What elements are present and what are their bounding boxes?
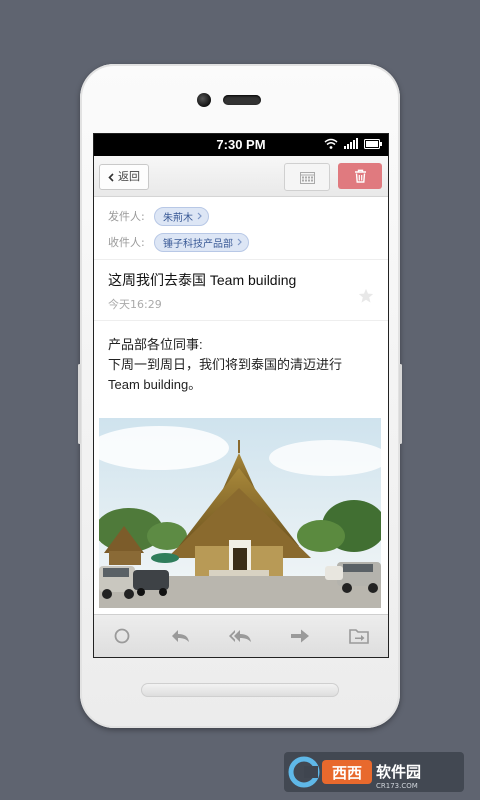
body-line: 产品部各位同事: xyxy=(108,337,203,352)
back-button[interactable]: 返回 xyxy=(99,164,149,190)
earpiece-speaker xyxy=(223,95,261,105)
attached-photo-temple[interactable] xyxy=(99,418,381,608)
body-line: Team building。 xyxy=(108,377,202,392)
recipient-chip[interactable]: 锤子科技产品部 xyxy=(154,232,249,252)
chevron-right-icon xyxy=(197,212,202,220)
calendar-button[interactable] xyxy=(284,163,330,191)
phone-side-button xyxy=(399,364,402,444)
subject-block: 这周我们去泰国 Team building 今天16:29 xyxy=(94,260,388,321)
phone-screen: 7:30 PM 返回 发件人: 朱荊木 收件人: 锤子科技产品部 这周我们去泰国… xyxy=(93,133,389,658)
reply-icon[interactable] xyxy=(170,628,190,644)
move-to-folder-icon[interactable] xyxy=(348,628,369,644)
top-toolbar: 返回 xyxy=(94,156,388,197)
email-header: 发件人: 朱荊木 收件人: 锤子科技产品部 xyxy=(94,197,388,260)
body-line: 下周一到周日，我们将到泰国的清迈进行 xyxy=(108,357,343,372)
sender-chip[interactable]: 朱荊木 xyxy=(154,206,209,226)
chevron-right-icon xyxy=(237,238,242,246)
circle-icon[interactable] xyxy=(113,627,131,645)
phone-side-button xyxy=(78,364,81,444)
trash-icon xyxy=(354,169,366,183)
signal-icon xyxy=(344,138,358,149)
recipient-name: 锤子科技产品部 xyxy=(163,238,233,250)
bottom-action-bar xyxy=(94,614,388,657)
chevron-left-icon xyxy=(108,172,114,182)
site-watermark-logo: 西西 软件园 CR173.COM xyxy=(284,752,464,792)
delete-button[interactable] xyxy=(338,163,382,189)
forward-icon[interactable] xyxy=(290,628,310,644)
reply-all-icon[interactable] xyxy=(228,628,252,644)
wifi-icon xyxy=(324,138,338,149)
email-date: 今天16:29 xyxy=(108,298,162,311)
sender-name: 朱荊木 xyxy=(163,212,193,224)
sender-row: 发件人: 朱荊木 xyxy=(108,203,388,229)
recipient-label: 收件人: xyxy=(108,236,145,249)
watermark-brand-part: 西西 xyxy=(332,764,362,782)
sender-label: 发件人: xyxy=(108,210,145,223)
calendar-icon xyxy=(299,171,315,184)
email-body: 产品部各位同事: 下周一到周日，我们将到泰国的清迈进行 Team buildin… xyxy=(94,321,388,395)
watermark-site: CR173.COM xyxy=(376,782,418,790)
star-icon[interactable] xyxy=(358,288,374,304)
front-camera xyxy=(197,93,211,107)
watermark-brand-rest: 软件园 xyxy=(376,763,421,781)
back-button-label: 返回 xyxy=(118,170,140,183)
recipient-row: 收件人: 锤子科技产品部 xyxy=(108,229,388,255)
home-button[interactable] xyxy=(141,683,339,697)
battery-icon xyxy=(364,139,382,149)
email-subject: 这周我们去泰国 Team building xyxy=(108,272,297,288)
status-bar: 7:30 PM xyxy=(94,134,388,156)
